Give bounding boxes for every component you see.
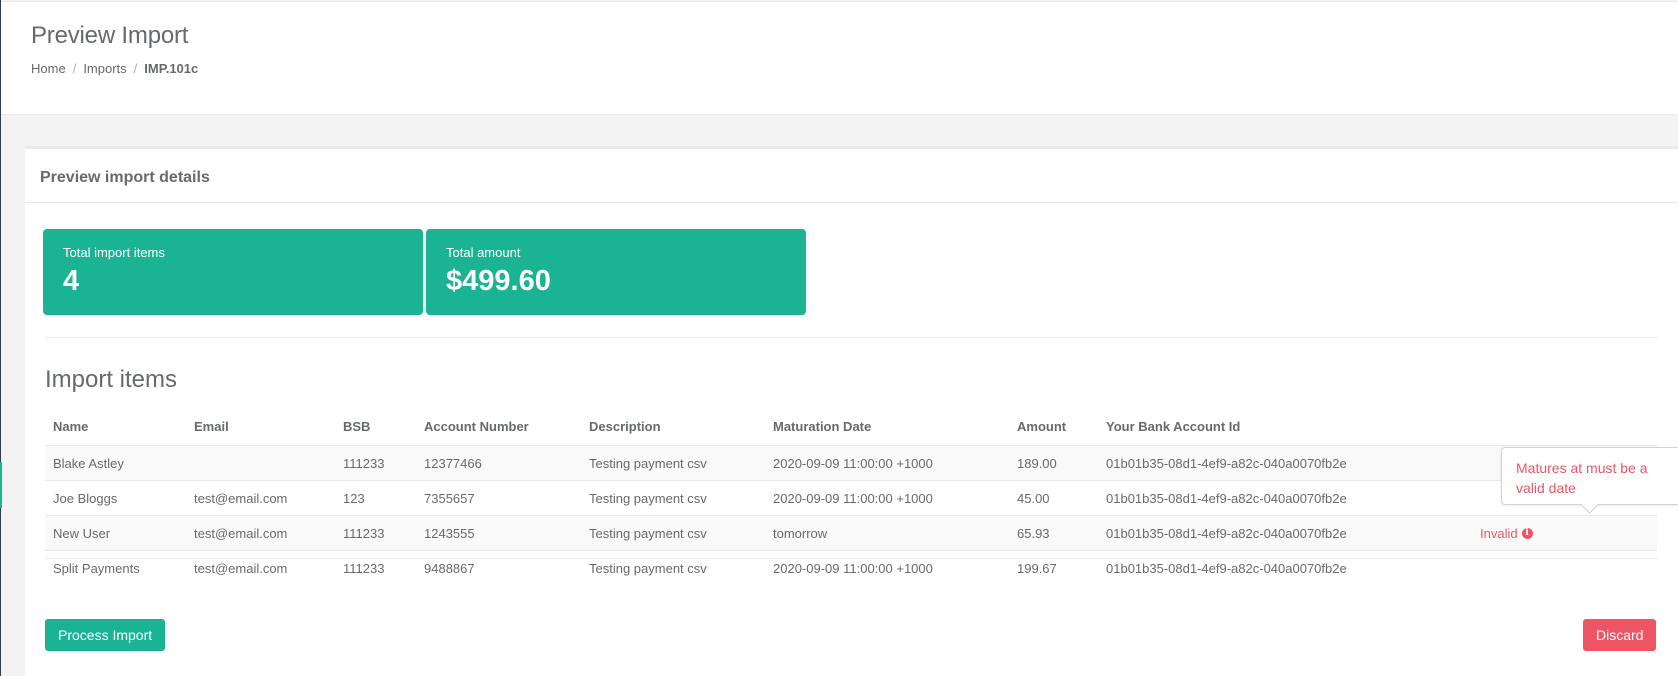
cell-name: New User — [45, 515, 186, 551]
column-header-email: Email — [186, 408, 335, 446]
cell-email: test@email.com — [186, 550, 335, 585]
info-circle-icon[interactable]: i — [1521, 527, 1533, 539]
cell-name: Blake Astley — [45, 445, 186, 481]
cell-description: Testing payment csv — [581, 515, 765, 551]
panel-header: Preview import details — [25, 149, 1678, 203]
column-header-status — [1472, 408, 1657, 446]
table-row: Joe Bloggs test@email.com 123 7355657 Te… — [45, 480, 1657, 516]
cell-email: test@email.com — [186, 515, 335, 551]
cell-bsb: 123 — [335, 480, 416, 516]
table-header-row: Name Email BSB Account Number Descriptio… — [45, 408, 1657, 446]
cell-bank-account-id: 01b01b35-08d1-4ef9-a82c-040a0070fb2e — [1098, 445, 1472, 481]
process-import-button[interactable]: Process Import — [45, 619, 166, 651]
cell-bsb: 111233 — [335, 550, 416, 585]
cell-bsb: 111233 — [335, 445, 416, 481]
cell-description: Testing payment csv — [581, 550, 765, 585]
cell-bank-account-id: 01b01b35-08d1-4ef9-a82c-040a0070fb2e — [1098, 480, 1472, 516]
breadcrumb-home-link[interactable]: Home — [31, 61, 66, 76]
cell-bsb: 111233 — [335, 515, 416, 551]
cell-bank-account-id: 01b01b35-08d1-4ef9-a82c-040a0070fb2e — [1098, 515, 1472, 551]
cell-email: test@email.com — [186, 480, 335, 516]
cell-amount: 65.93 — [1009, 515, 1098, 551]
section-divider — [45, 337, 1657, 338]
invalid-status[interactable]: Invalid i — [1480, 526, 1533, 541]
cell-account-number: 7355657 — [416, 480, 581, 516]
cell-status: Invalid i — [1472, 515, 1657, 551]
table-row: New User test@email.com 111233 1243555 T… — [45, 515, 1657, 551]
cell-maturation-date: tomorrow — [765, 515, 1009, 551]
sidebar-active-accent — [0, 462, 2, 508]
column-header-description: Description — [581, 408, 765, 446]
cell-bank-account-id: 01b01b35-08d1-4ef9-a82c-040a0070fb2e — [1098, 550, 1472, 585]
cell-name: Split Payments — [45, 550, 186, 585]
breadcrumb-imports-link[interactable]: Imports — [83, 61, 126, 76]
total-import-items-value: 4 — [63, 265, 80, 297]
column-header-name: Name — [45, 408, 186, 446]
table-row: Blake Astley 111233 12377466 Testing pay… — [45, 445, 1657, 481]
column-header-amount: Amount — [1009, 408, 1098, 446]
column-header-bank-account-id: Your Bank Account Id — [1098, 408, 1472, 446]
breadcrumb-current: IMP.101c — [144, 61, 199, 76]
total-amount-value: $499.60 — [446, 265, 551, 297]
cell-account-number: 1243555 — [416, 515, 581, 551]
cell-name: Joe Bloggs — [45, 480, 186, 516]
table-row: Split Payments test@email.com 111233 948… — [45, 550, 1657, 585]
footer-divider — [45, 558, 1657, 559]
cell-email — [186, 445, 335, 481]
cell-maturation-date: 2020-09-09 11:00:00 +1000 — [765, 480, 1009, 516]
total-amount-widget: Total amount $499.60 — [426, 229, 806, 315]
breadcrumb-separator: / — [133, 61, 138, 76]
cell-amount: 45.00 — [1009, 480, 1098, 516]
cell-account-number: 12377466 — [416, 445, 581, 481]
total-import-items-label: Total import items — [63, 245, 165, 260]
column-header-bsb: BSB — [335, 408, 416, 446]
column-header-maturation-date: Maturation Date — [765, 408, 1009, 446]
cell-maturation-date: 2020-09-09 11:00:00 +1000 — [765, 550, 1009, 585]
preview-import-panel: Preview import details Total import item… — [25, 146, 1678, 676]
cell-description: Testing payment csv — [581, 480, 765, 516]
breadcrumb-separator: / — [72, 61, 77, 76]
cell-account-number: 9488867 — [416, 550, 581, 585]
invalid-status-label: Invalid — [1480, 525, 1518, 541]
page-title: Preview Import — [31, 22, 189, 49]
breadcrumb: Home / Imports / IMP.101c — [31, 61, 198, 76]
discard-button[interactable]: Discard — [1583, 619, 1657, 651]
panel-title: Preview import details — [40, 169, 210, 186]
cell-amount: 199.67 — [1009, 550, 1098, 585]
page-heading: Preview Import Home / Imports / IMP.101c — [1, 1, 1678, 115]
cell-amount: 189.00 — [1009, 445, 1098, 481]
import-items-title: Import items — [45, 366, 178, 393]
cell-description: Testing payment csv — [581, 445, 765, 481]
total-import-items-widget: Total import items 4 — [43, 229, 423, 315]
total-amount-label: Total amount — [446, 245, 521, 260]
column-header-account-number: Account Number — [416, 408, 581, 446]
cell-status — [1472, 550, 1657, 585]
cell-maturation-date: 2020-09-09 11:00:00 +1000 — [765, 445, 1009, 481]
